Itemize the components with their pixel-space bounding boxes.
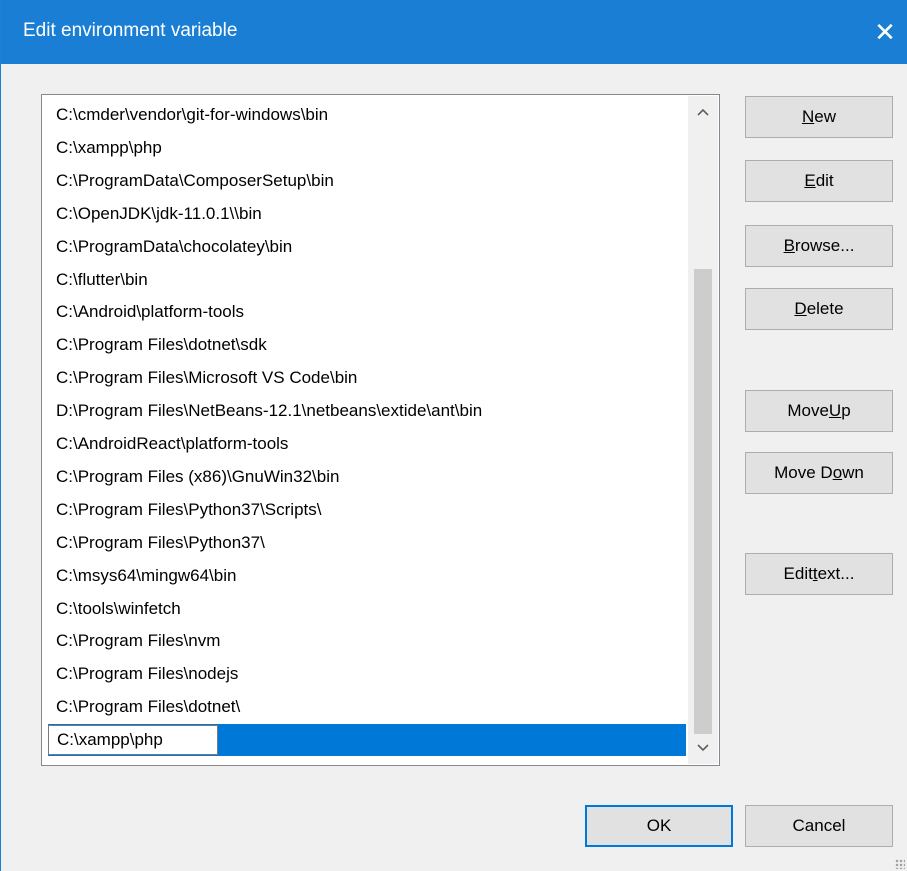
move-down-label-accel: o — [832, 463, 843, 482]
title-bar[interactable]: Edit environment variable ✕ — [1, 0, 907, 64]
move-down-label-pre: Move D — [774, 463, 833, 482]
list-item[interactable]: C:\OpenJDK\jdk-11.0.1\\bin — [48, 198, 686, 230]
edit-text-button[interactable]: Edit t ext... — [745, 553, 893, 595]
list-item[interactable]: C:\Program Files (x86)\GnuWin32\bin — [48, 461, 686, 493]
list-item[interactable]: C:\Android\platform-tools — [48, 296, 686, 328]
move-down-label-post: wn — [842, 463, 864, 482]
ok-button[interactable]: OK — [585, 805, 733, 847]
browse-label-accel: B — [783, 236, 795, 255]
cancel-button[interactable]: Cancel — [745, 805, 893, 847]
move-up-button[interactable]: Move Up — [745, 390, 893, 432]
resize-grip-icon[interactable] — [895, 859, 905, 869]
new-label-post: ew — [814, 107, 836, 126]
list-item[interactable]: C:\Program Files\dotnet\sdk — [48, 329, 686, 361]
delete-label-post: elete — [806, 299, 844, 318]
list-item[interactable]: C:\AndroidReact\platform-tools — [48, 428, 686, 460]
edit-text-label-post: ext... — [817, 564, 855, 583]
new-label-accel: N — [801, 107, 815, 126]
edit-label-post: dit — [815, 171, 834, 190]
edit-environment-variable-dialog: Edit environment variable ✕ C:\cmder\ven… — [0, 0, 907, 871]
new-button[interactable]: New — [745, 96, 893, 138]
list-item[interactable]: C:\Program Files\dotnet\ — [48, 691, 686, 723]
vertical-scrollbar[interactable] — [688, 96, 718, 764]
list-item[interactable]: C:\Program Files\nvm — [48, 625, 686, 657]
close-icon[interactable]: ✕ — [862, 0, 907, 64]
move-down-button[interactable]: Move Do wn — [745, 452, 893, 494]
path-edit-field[interactable] — [48, 725, 218, 755]
edit-label-accel: E — [804, 171, 816, 190]
list-item[interactable]: C:\Program Files\Microsoft VS Code\bin — [48, 362, 686, 394]
browse-button[interactable]: Browse... — [745, 225, 893, 267]
scroll-down-icon[interactable] — [688, 732, 718, 764]
scroll-thumb[interactable] — [694, 269, 712, 734]
list-item[interactable]: C:\ProgramData\ComposerSetup\bin — [48, 165, 686, 197]
list-item[interactable]: C:\msys64\mingw64\bin — [48, 560, 686, 592]
edit-text-label-pre: Edit — [783, 564, 813, 583]
move-up-label-accel: U — [828, 401, 842, 420]
delete-button[interactable]: Delete — [745, 288, 893, 330]
list-item[interactable]: C:\tools\winfetch — [48, 593, 686, 625]
browse-label-post: rowse... — [794, 236, 855, 255]
list-item[interactable]: C:\cmder\vendor\git-for-windows\bin — [48, 99, 686, 131]
list-item[interactable]: C:\xampp\php — [48, 132, 686, 164]
edit-button[interactable]: Edit — [745, 160, 893, 202]
list-item[interactable]: D:\Program Files\NetBeans-12.1\netbeans\… — [48, 395, 686, 427]
delete-label-accel: D — [794, 299, 807, 318]
scroll-up-icon[interactable] — [688, 96, 718, 128]
list-item[interactable]: C:\Program Files\Python37\Scripts\ — [48, 494, 686, 526]
list-item[interactable]: C:\Program Files\Python37\ — [48, 527, 686, 559]
list-item[interactable]: C:\ProgramData\chocolatey\bin — [48, 231, 686, 263]
list-item[interactable]: C:\flutter\bin — [48, 264, 686, 296]
list-item[interactable]: C:\Program Files\nodejs — [48, 658, 686, 690]
move-up-label-pre: Move — [787, 401, 829, 420]
list-item-editing[interactable] — [48, 724, 686, 756]
dialog-title: Edit environment variable — [23, 20, 238, 41]
move-up-label-post: p — [841, 401, 851, 420]
path-list[interactable]: C:\cmder\vendor\git-for-windows\bin C:\xa… — [41, 94, 720, 766]
